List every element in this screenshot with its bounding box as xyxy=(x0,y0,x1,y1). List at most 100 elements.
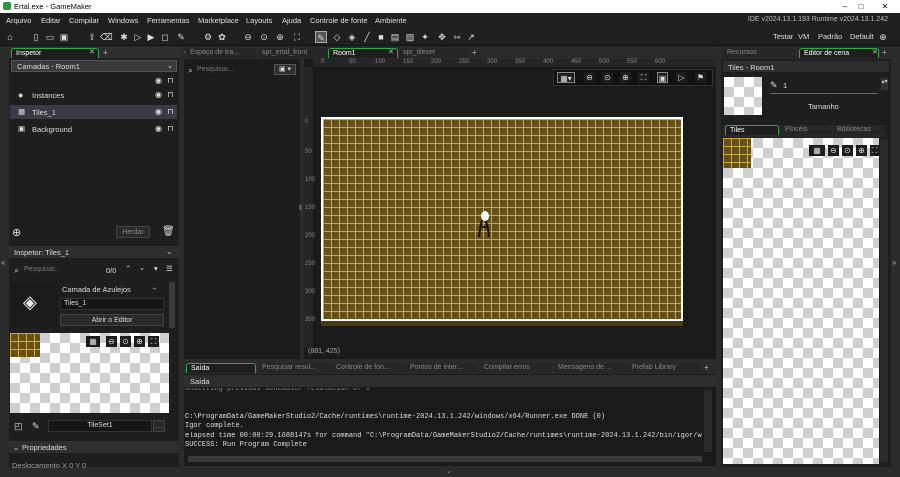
zoom-reset-icon[interactable]: ⊙ xyxy=(602,72,613,83)
brush-size-value[interactable]: 1 xyxy=(783,81,787,90)
zoom-out-icon[interactable]: ⊖ xyxy=(584,72,595,83)
eye-icon[interactable]: ◉ xyxy=(154,107,163,116)
maximize-button[interactable]: □ xyxy=(848,1,874,12)
inherit-button[interactable]: Herdar xyxy=(116,226,150,238)
menu-editar[interactable]: Editar xyxy=(41,16,61,25)
filter-icon[interactable]: ▾ xyxy=(154,264,158,273)
grid-toggle-icon[interactable]: ▦▾ xyxy=(557,72,575,83)
close-tab-icon[interactable]: ✕ xyxy=(872,48,878,56)
fit-icon[interactable]: ⛶ xyxy=(148,336,159,347)
close-tab-icon[interactable]: ✕ xyxy=(89,48,95,56)
bottom-expand-icon[interactable]: ⌄ xyxy=(446,467,452,475)
layers-dropdown[interactable]: Camadas - Room1 ⌄ xyxy=(11,60,177,72)
build-icon[interactable]: ⇪ xyxy=(86,31,98,43)
clean-icon[interactable]: ⌫ xyxy=(100,31,113,43)
tab-workspace[interactable]: Espaço de tra... xyxy=(186,48,256,58)
collapse-left-icon[interactable]: « xyxy=(1,258,5,267)
fit-icon[interactable]: ⛶ xyxy=(638,72,649,83)
settings-icon[interactable]: ⚙ xyxy=(202,31,214,43)
chevron-up-icon[interactable]: ⌃ xyxy=(125,264,131,273)
zoom-in-icon[interactable]: ⊕ xyxy=(620,72,631,83)
palette-scrollbar[interactable] xyxy=(880,140,888,462)
tab-source-control[interactable]: Controle de fon... xyxy=(332,363,404,373)
tab-spr-tileset[interactable]: spr_tileset xyxy=(399,48,469,58)
add-layer-icon[interactable]: ⊕ xyxy=(12,226,21,239)
magic-tool-icon[interactable]: ✦ xyxy=(419,31,431,43)
layer-row-tiles[interactable]: ▦ Tiles_1 ◉ ⊓ xyxy=(10,105,177,119)
zoom-out-icon[interactable]: ⊖ xyxy=(106,336,117,347)
menu-ambiente[interactable]: Ambiente xyxy=(375,16,407,25)
lock-icon[interactable]: ⊓ xyxy=(166,90,175,99)
palette-tiles[interactable] xyxy=(723,138,751,168)
lock-icon[interactable]: ⊓ xyxy=(166,107,175,116)
target-testar[interactable]: Testar xyxy=(773,32,793,41)
tab-saida[interactable]: Saída xyxy=(186,363,256,373)
zoom-reset-icon[interactable]: ⊙ xyxy=(120,336,131,347)
open-editor-button[interactable]: Abrir o Editor xyxy=(60,314,164,326)
clear-cache-icon[interactable]: ✎ xyxy=(175,31,187,43)
rotate-icon[interactable]: ↗ xyxy=(465,31,477,43)
tile-palette[interactable]: ▦ ⊖ ⊙ ⊕ ⛶ xyxy=(723,138,879,464)
player-sprite[interactable] xyxy=(477,211,491,241)
save-icon[interactable]: ▣ xyxy=(58,31,70,43)
eye-icon[interactable]: ◉ xyxy=(154,76,163,85)
menu-icon[interactable]: ☰ xyxy=(166,264,173,273)
tab-spr-ertal-front[interactable]: spr_ertal_front xyxy=(258,48,328,58)
grid-toggle-icon[interactable]: ▦ xyxy=(809,145,825,156)
inspector-scrollbar[interactable] xyxy=(169,282,175,328)
flip-icon[interactable]: ✥ xyxy=(436,31,448,43)
add-tab-icon[interactable]: + xyxy=(882,48,887,57)
fill-tool-icon[interactable]: ▤ xyxy=(389,31,401,43)
output-hscrollbar[interactable] xyxy=(188,456,702,462)
zoom-in-icon[interactable]: ⊕ xyxy=(274,31,286,43)
tileset-pick-icon[interactable]: ✎ xyxy=(32,421,40,432)
inspector-tiles-header[interactable]: Inspetor: Tiles_1 ⌄ xyxy=(9,246,179,258)
close-tab-icon[interactable]: ✕ xyxy=(388,48,394,56)
menu-compilar[interactable]: Compilar xyxy=(69,16,99,25)
chevron-down-icon[interactable]: ⌄ xyxy=(139,263,145,272)
target-padrao[interactable]: Padrão xyxy=(818,32,842,41)
home-icon[interactable]: ⌂ xyxy=(4,31,16,43)
target-default[interactable]: Default xyxy=(850,32,874,41)
menu-ferramentas[interactable]: Ferramentas xyxy=(147,16,190,25)
layer-name-field[interactable]: Tiles_1 xyxy=(60,298,164,310)
layer-row-instances[interactable]: ● Instances ◉ ⊓ xyxy=(10,88,177,102)
play-icon[interactable]: ▶ xyxy=(145,31,157,43)
open-folder-icon[interactable]: ▭ xyxy=(44,31,56,43)
zoom-in-icon[interactable]: ⊕ xyxy=(134,336,145,347)
menu-ajuda[interactable]: Ajuda xyxy=(282,16,301,25)
subtab-bibliotecas[interactable]: Bibliotecas xyxy=(833,125,885,135)
picker-tool-icon[interactable]: ◈ xyxy=(346,31,358,43)
tab-search-results[interactable]: Pesquisar resul... xyxy=(258,363,330,373)
zoom-reset-icon[interactable]: ⊙ xyxy=(842,145,853,156)
fit-icon[interactable]: ⛶ xyxy=(291,31,303,43)
rect-tool-icon[interactable]: ■ xyxy=(375,31,387,43)
target-settings-icon[interactable]: ⊕ xyxy=(877,31,889,43)
zoom-out-icon[interactable]: ⊖ xyxy=(242,31,254,43)
tag-icon[interactable]: ⌁ xyxy=(152,284,157,293)
zoom-in-icon[interactable]: ⊕ xyxy=(856,145,867,156)
panel-scroll-arrows[interactable]: ▴▾ xyxy=(881,78,888,90)
close-button[interactable]: ✕ xyxy=(872,1,898,12)
frame-icon[interactable]: ▣ xyxy=(657,72,668,83)
flag-icon[interactable]: ⚑ xyxy=(695,72,706,83)
output-vscrollbar[interactable] xyxy=(704,390,712,452)
fit-icon[interactable]: ⛶ xyxy=(870,145,879,156)
inspector-search-input[interactable]: Pesquisar... xyxy=(24,266,61,273)
stop-icon[interactable]: ◻ xyxy=(159,31,171,43)
zoom-out-icon[interactable]: ⊖ xyxy=(828,145,839,156)
run-icon[interactable]: ▷ xyxy=(132,31,144,43)
target-vm[interactable]: VM xyxy=(798,32,809,41)
tab-recursos[interactable]: Recursos xyxy=(723,48,795,58)
tab-compile-errors[interactable]: Compilar erros xyxy=(480,363,552,373)
menu-controle-de-fonte[interactable]: Controle de fonte xyxy=(310,16,368,25)
tab-messages[interactable]: Mensagens de ... xyxy=(554,363,626,373)
sidebar-resize-icon[interactable]: ‖ xyxy=(299,205,302,212)
play-room-icon[interactable]: ▷ xyxy=(676,72,687,83)
add-tab-icon[interactable]: + xyxy=(704,363,709,372)
lock-icon[interactable]: ⊓ xyxy=(166,124,175,133)
eye-icon[interactable]: ◉ xyxy=(154,124,163,133)
tileset-menu-button[interactable]: … xyxy=(153,420,165,432)
workspace-search-input[interactable]: Pesquisar... xyxy=(197,66,234,73)
collapse-right-icon[interactable]: » xyxy=(892,258,896,267)
